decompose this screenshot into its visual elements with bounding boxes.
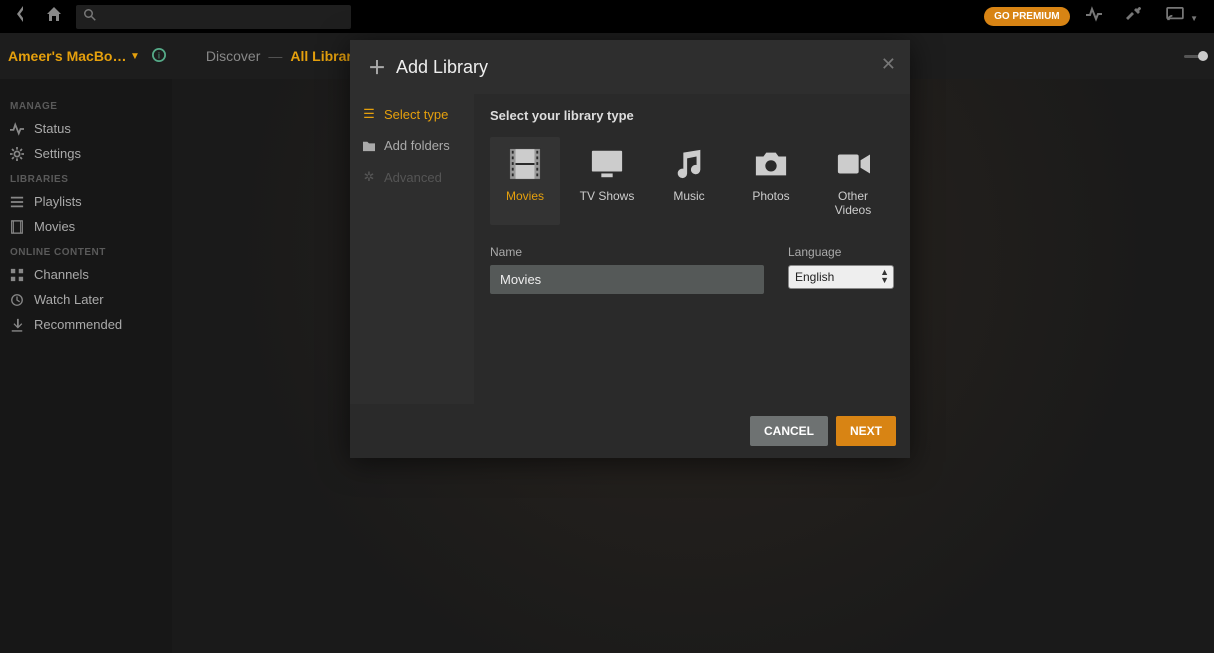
gear-icon: ✲ — [362, 169, 376, 185]
video-icon — [834, 147, 872, 181]
select-value: English — [795, 270, 834, 284]
modal-steps: ☰ Select type Add folders ✲ Advanced — [350, 94, 474, 404]
modal-footer: CANCEL NEXT — [350, 404, 910, 458]
library-name-input[interactable] — [490, 265, 764, 294]
nav-divider: — — [268, 48, 282, 64]
close-icon: ✕ — [881, 54, 896, 74]
modal-main: Select your library type Movies TV Shows… — [474, 94, 910, 404]
step-label: Add folders — [384, 138, 450, 153]
sidebar-item-watch-later[interactable]: Watch Later — [0, 287, 172, 312]
modal-header: ＋ Add Library ✕ — [350, 40, 910, 94]
download-icon — [10, 318, 24, 332]
close-button[interactable]: ✕ — [881, 54, 896, 75]
tile-label: Other Videos — [835, 189, 871, 217]
modal-prompt: Select your library type — [490, 108, 894, 123]
library-type-row: Movies TV Shows Music Photos Other Video… — [490, 137, 894, 225]
step-advanced: ✲ Advanced — [350, 161, 474, 193]
plus-icon: ＋ — [368, 54, 386, 80]
sidebar-item-label: Playlists — [34, 194, 82, 209]
add-library-modal: ＋ Add Library ✕ ☰ Select type Add folder… — [350, 40, 910, 458]
step-label: Advanced — [384, 170, 442, 185]
type-tile-music[interactable]: Music — [654, 137, 724, 225]
back-icon[interactable] — [8, 2, 32, 31]
activity-icon[interactable] — [1078, 2, 1110, 31]
tools-icon[interactable] — [1118, 2, 1150, 31]
language-label: Language — [788, 245, 894, 259]
server-info-icon[interactable]: i — [152, 48, 166, 65]
chevron-down-icon: ▼ — [130, 51, 140, 62]
type-tile-photos[interactable]: Photos — [736, 137, 806, 225]
tile-label: Movies — [506, 189, 544, 203]
sidebar-item-channels[interactable]: Channels — [0, 262, 172, 287]
tile-label: Music — [673, 189, 704, 203]
sidebar-item-playlists[interactable]: Playlists — [0, 189, 172, 214]
modal-title: Add Library — [396, 57, 488, 78]
search-icon — [84, 9, 96, 24]
name-label: Name — [490, 245, 764, 259]
sidebar-section-manage: MANAGE — [0, 93, 172, 116]
film-icon — [10, 220, 24, 234]
sidebar-item-recommended[interactable]: Recommended — [0, 312, 172, 337]
language-select[interactable]: English ▲▼ — [788, 265, 894, 289]
sidebar-item-label: Movies — [34, 219, 75, 234]
step-label: Select type — [384, 107, 448, 122]
step-select-type[interactable]: ☰ Select type — [350, 98, 474, 130]
list-icon: ☰ — [362, 106, 376, 122]
camera-icon — [752, 147, 790, 181]
folder-icon — [362, 140, 376, 152]
cancel-button[interactable]: CANCEL — [750, 416, 828, 446]
select-chevron-icon: ▲▼ — [880, 268, 889, 284]
tile-label: TV Shows — [580, 189, 635, 203]
nav-discover[interactable]: Discover — [206, 48, 260, 64]
search-box[interactable] — [76, 5, 351, 29]
type-tile-other[interactable]: Other Videos — [818, 137, 888, 225]
sidebar-section-libraries: LIBRARIES — [0, 166, 172, 189]
sidebar-item-label: Status — [34, 121, 71, 136]
sidebar-item-status[interactable]: Status — [0, 116, 172, 141]
grid-icon — [10, 268, 24, 282]
tv-icon — [588, 147, 626, 181]
tile-label: Photos — [752, 189, 789, 203]
svg-text:i: i — [158, 50, 160, 60]
film-icon — [506, 147, 544, 181]
sidebar-item-label: Channels — [34, 267, 89, 282]
clock-icon — [10, 293, 24, 307]
sidebar-item-label: Watch Later — [34, 292, 104, 307]
sidebar-item-label: Recommended — [34, 317, 122, 332]
type-tile-tv[interactable]: TV Shows — [572, 137, 642, 225]
home-icon[interactable] — [40, 2, 68, 31]
go-premium-button[interactable]: GO PREMIUM — [984, 7, 1070, 26]
sidebar-item-movies[interactable]: Movies — [0, 214, 172, 239]
toggle-slider[interactable] — [1184, 55, 1204, 58]
server-dropdown[interactable]: Ameer's MacBoo... — [8, 48, 128, 64]
playlist-icon — [10, 195, 24, 209]
music-icon — [670, 147, 708, 181]
step-add-folders[interactable]: Add folders — [350, 130, 474, 161]
cast-icon[interactable]: ▼ — [1158, 3, 1206, 30]
search-input[interactable] — [102, 10, 343, 24]
next-button[interactable]: NEXT — [836, 416, 896, 446]
type-tile-movies[interactable]: Movies — [490, 137, 560, 225]
sidebar: MANAGE Status Settings LIBRARIES Playlis… — [0, 79, 172, 653]
activity-icon — [10, 122, 24, 136]
sidebar-item-settings[interactable]: Settings — [0, 141, 172, 166]
topbar: GO PREMIUM ▼ — [0, 0, 1214, 33]
sidebar-item-label: Settings — [34, 146, 81, 161]
gear-icon — [10, 147, 24, 161]
sidebar-section-online: ONLINE CONTENT — [0, 239, 172, 262]
